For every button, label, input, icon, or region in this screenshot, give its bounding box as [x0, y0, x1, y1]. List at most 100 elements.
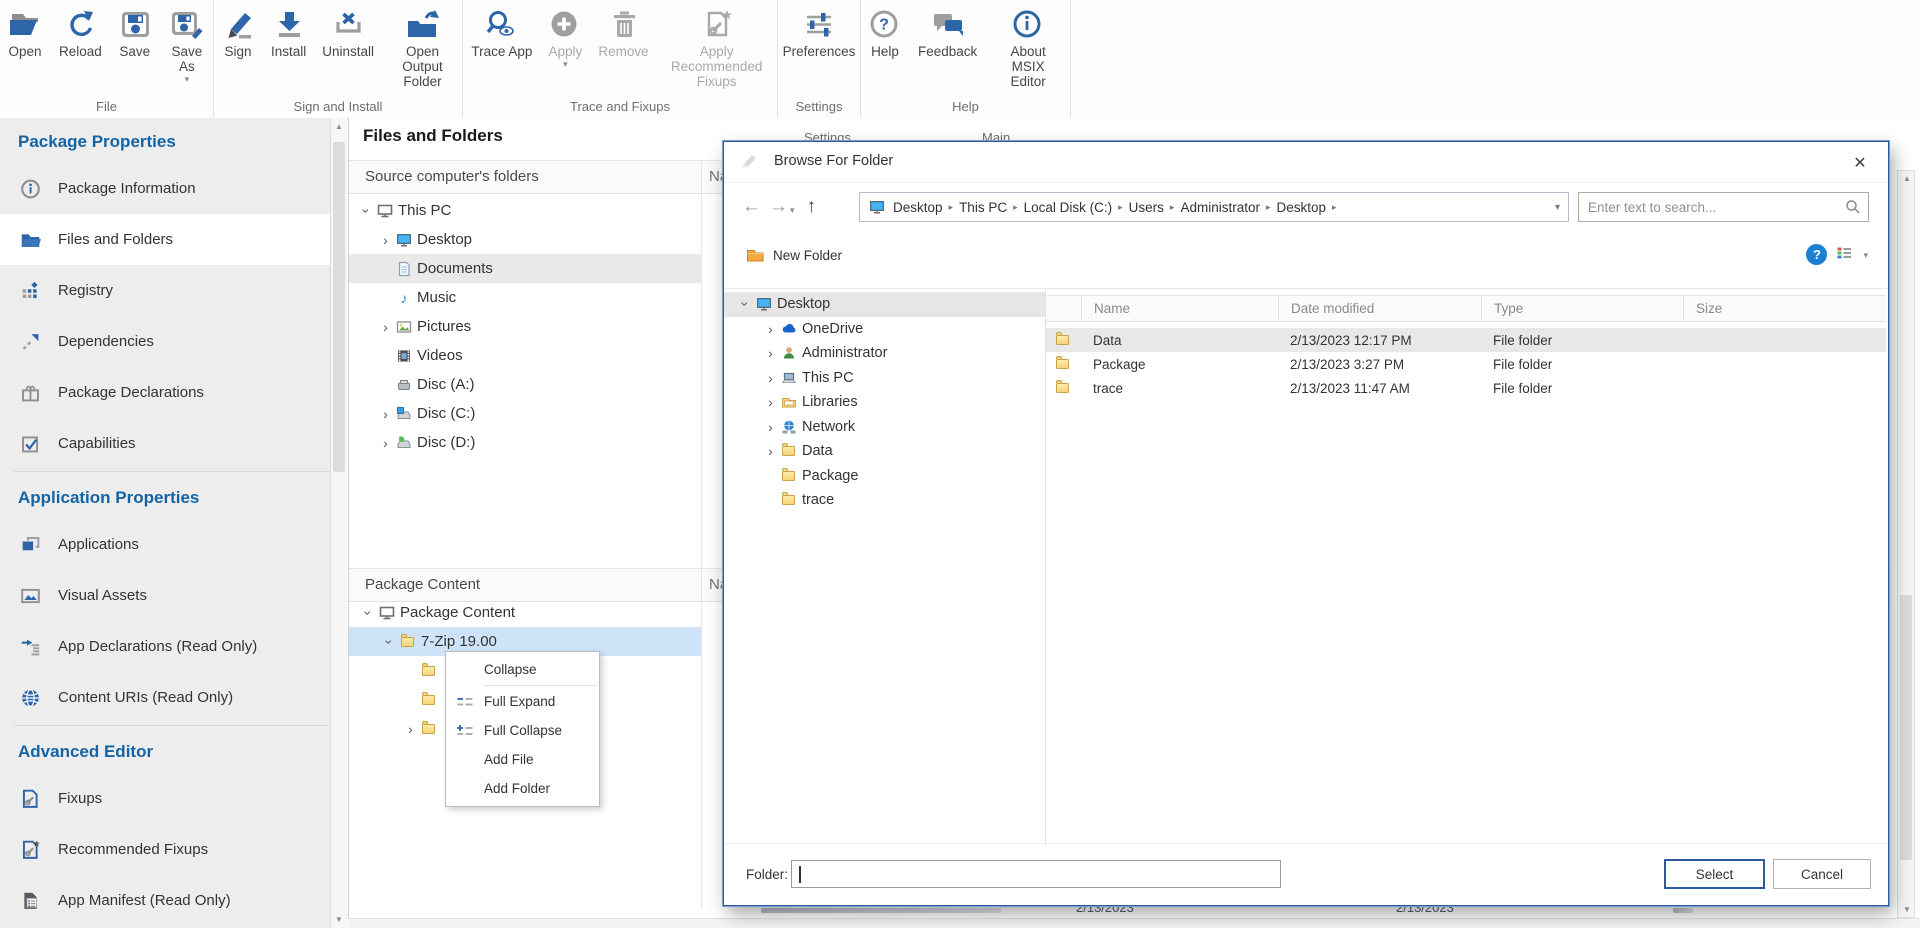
ribbon-button-sign[interactable]: Sign [214, 7, 262, 59]
tree-item-desktop[interactable]: ›Desktop [724, 292, 1045, 317]
menu-item-add-folder[interactable]: Add Folder [446, 774, 599, 803]
column-header-name[interactable]: Name [1081, 296, 1278, 321]
nav-up-icon[interactable]: ↑ [807, 197, 817, 217]
chevron-closed-icon[interactable]: › [378, 436, 393, 450]
chevron-closed-icon[interactable]: › [763, 371, 778, 385]
chevron-closed-icon[interactable]: › [763, 420, 778, 434]
breadcrumb-item-local-disk-c[interactable]: Local Disk (C:) [1018, 200, 1119, 215]
nav-forward-icon[interactable]: → [769, 197, 788, 217]
tree-item-libraries[interactable]: ›Libraries [724, 390, 1045, 415]
sidebar-item-files-and-folders[interactable]: Files and Folders [0, 214, 330, 265]
history-chevron-icon[interactable]: ▾ [790, 205, 795, 216]
sidebar-item-fixups[interactable]: Fixups [0, 773, 330, 824]
ribbon-button-open-output-folder[interactable]: Open Output Folder [383, 7, 462, 89]
menu-item-full-expand[interactable]: Full Expand [446, 687, 599, 716]
sidebar-item-app-manifest-read-only[interactable]: App Manifest (Read Only) [0, 875, 330, 926]
ribbon-button-remove[interactable]: Remove [591, 7, 655, 59]
close-icon[interactable]: ✕ [1848, 151, 1872, 175]
tree-item-documents[interactable]: ›Documents [349, 254, 701, 283]
scroll-up-icon[interactable]: ▲ [331, 122, 347, 131]
column-header-size[interactable]: Size [1683, 296, 1890, 321]
breadcrumb-separator-icon[interactable]: ▸ [1332, 202, 1337, 213]
new-folder-button[interactable]: New Folder [746, 246, 842, 265]
menu-item-add-file[interactable]: Add File [446, 745, 599, 774]
tree-item-videos[interactable]: ›Videos [349, 341, 701, 370]
list-row-trace[interactable]: trace2/13/2023 11:47 AMFile folder [1046, 376, 1886, 400]
select-button[interactable]: Select [1664, 859, 1765, 889]
ribbon-button-save[interactable]: Save [111, 7, 159, 59]
breadcrumb-item-desktop[interactable]: Desktop [887, 200, 949, 215]
tree-item-administrator[interactable]: ›Administrator [724, 341, 1045, 366]
tree-item-trace[interactable]: ›trace [724, 488, 1045, 513]
chevron-open-icon[interactable]: › [362, 605, 376, 620]
tree-item-disc-d[interactable]: ›Disc (D:) [349, 428, 701, 457]
chevron-closed-icon[interactable]: › [403, 722, 418, 736]
list-row-data[interactable]: Data2/13/2023 12:17 PMFile folder [1046, 328, 1886, 352]
chevron-open-icon[interactable]: › [739, 297, 753, 312]
chevron-closed-icon[interactable]: › [378, 407, 393, 421]
view-dropdown-icon[interactable]: ▾ [1863, 250, 1868, 261]
sidebar-item-visual-assets[interactable]: Visual Assets [0, 570, 330, 621]
sidebar-item-recommended-fixups[interactable]: Recommended Fixups [0, 824, 330, 875]
sidebar-item-package-information[interactable]: Package Information [0, 163, 330, 214]
tree-item-package[interactable]: ›Package [724, 464, 1045, 489]
search-input[interactable] [1579, 200, 1845, 215]
tree-item-package-content[interactable]: ›Package Content [349, 598, 701, 627]
chevron-closed-icon[interactable]: › [763, 395, 778, 409]
sidebar-item-registry[interactable]: Registry [0, 265, 330, 316]
ribbon-button-reload[interactable]: Reload [52, 7, 109, 59]
cancel-button[interactable]: Cancel [1773, 859, 1871, 889]
menu-item-collapse[interactable]: Collapse [446, 655, 599, 684]
menu-item-full-collapse[interactable]: Full Collapse [446, 716, 599, 745]
tree-item-network[interactable]: ›Network [724, 415, 1045, 440]
scroll-up-icon[interactable]: ▲ [1899, 174, 1915, 183]
ribbon-button-install[interactable]: Install [264, 7, 313, 59]
ribbon-button-apply[interactable]: Apply▾ [541, 7, 589, 68]
tree-item-music[interactable]: ›♪Music [349, 283, 701, 312]
tree-item-this-pc[interactable]: ›This PC [349, 196, 701, 225]
tree-item-data[interactable]: ›Data [724, 439, 1045, 464]
breadcrumb-item-this-pc[interactable]: This PC [953, 200, 1013, 215]
chevron-closed-icon[interactable]: › [763, 444, 778, 458]
tree-item-disc-a[interactable]: ›Disc (A:) [349, 370, 701, 399]
sidebar-item-package-declarations[interactable]: Package Declarations [0, 367, 330, 418]
dialog-titlebar[interactable]: Browse For Folder ✕ [724, 142, 1888, 183]
scroll-down-icon[interactable]: ▼ [331, 915, 347, 924]
ribbon-button-preferences[interactable]: Preferences [776, 7, 863, 59]
tree-item-disc-c[interactable]: ›Disc (C:) [349, 399, 701, 428]
ribbon-button-help[interactable]: ?Help [861, 7, 909, 59]
ribbon-button-apply-recommended-fixups[interactable]: Apply Recommended Fixups [658, 7, 776, 89]
chevron-closed-icon[interactable]: › [378, 320, 393, 334]
help-icon[interactable]: ? [1806, 244, 1827, 265]
ribbon-button-save-as[interactable]: Save As▾ [161, 7, 213, 83]
nav-back-icon[interactable]: ← [742, 197, 761, 217]
ribbon-button-feedback[interactable]: Feedback [911, 7, 984, 59]
list-row-package[interactable]: Package2/13/2023 3:27 PMFile folder [1046, 352, 1886, 376]
sidebar-item-capabilities[interactable]: Capabilities [0, 418, 330, 469]
dropdown-chevron-icon[interactable]: ▾ [563, 60, 568, 68]
chevron-open-icon[interactable]: › [360, 203, 374, 218]
scrollbar-thumb[interactable] [333, 142, 345, 472]
sidebar-item-app-declarations-read-only[interactable]: App Declarations (Read Only) [0, 621, 330, 672]
chevron-closed-icon[interactable]: › [378, 233, 393, 247]
column-header-date-modified[interactable]: Date modified [1278, 296, 1481, 321]
sidebar-item-applications[interactable]: Applications [0, 519, 330, 570]
chevron-closed-icon[interactable]: › [763, 322, 778, 336]
ribbon-button-uninstall[interactable]: Uninstall [315, 7, 381, 59]
chevron-open-icon[interactable]: › [383, 634, 397, 649]
sidebar-item-dependencies[interactable]: Dependencies [0, 316, 330, 367]
tree-item-this-pc[interactable]: ›This PC [724, 366, 1045, 391]
breadcrumb-dropdown-icon[interactable]: ▾ [1555, 202, 1560, 213]
breadcrumb-item-administrator[interactable]: Administrator [1174, 200, 1266, 215]
folder-input[interactable] [792, 861, 1280, 887]
sidebar-item-content-uris-read-only[interactable]: Content URIs (Read Only) [0, 672, 330, 723]
background-scrollbar[interactable]: ▲ ▼ [1897, 170, 1915, 918]
column-header-type[interactable]: Type [1481, 296, 1683, 321]
tree-item-onedrive[interactable]: ›OneDrive [724, 317, 1045, 342]
dropdown-chevron-icon[interactable]: ▾ [185, 75, 190, 83]
chevron-closed-icon[interactable]: › [763, 346, 778, 360]
view-mode-icon[interactable] [1836, 245, 1852, 264]
breadcrumb-item-desktop[interactable]: Desktop [1271, 200, 1333, 215]
tree-item-pictures[interactable]: ›Pictures [349, 312, 701, 341]
tree-item-desktop[interactable]: ›Desktop [349, 225, 701, 254]
